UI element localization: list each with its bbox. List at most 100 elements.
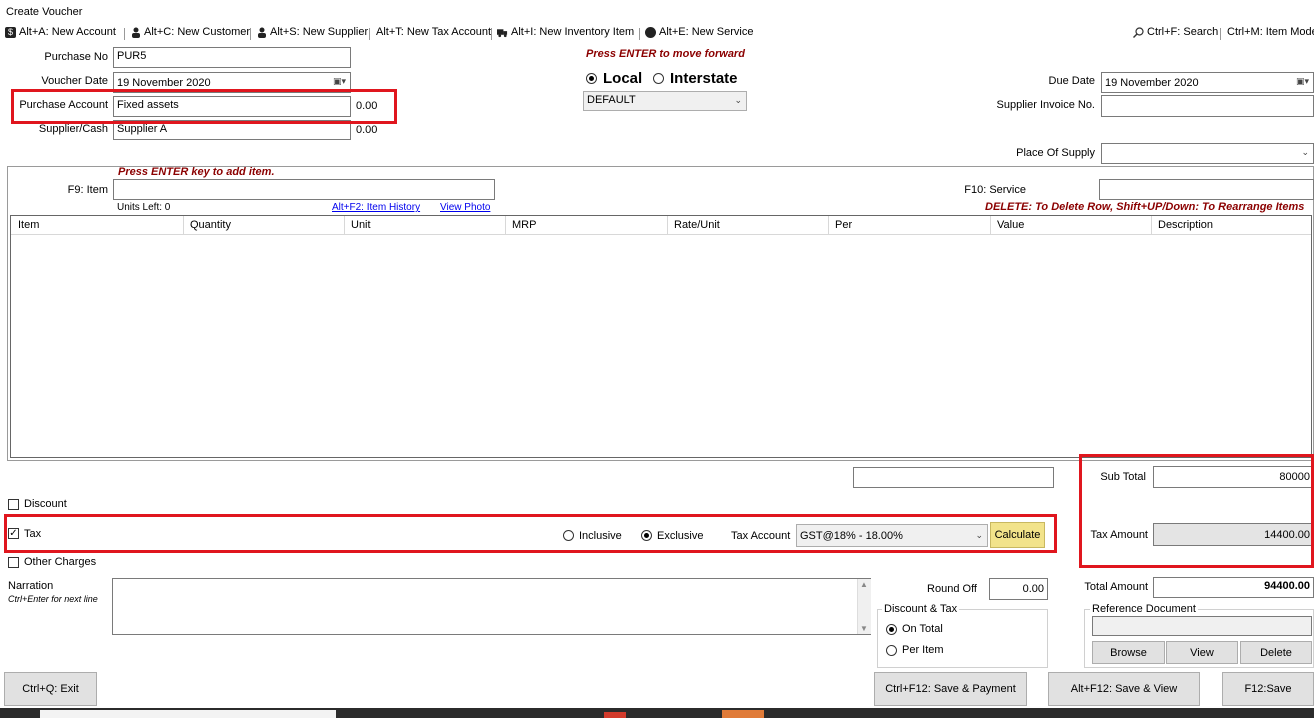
column-header-unit[interactable]: Unit	[351, 219, 371, 231]
supplier-invoice-label: Supplier Invoice No.	[996, 99, 1095, 111]
calendar-dropdown-icon[interactable]: ▣▾	[1296, 76, 1309, 87]
customer-icon	[132, 27, 140, 38]
taskbar-search-box[interactable]	[40, 710, 336, 718]
column-header-item[interactable]: Item	[18, 219, 39, 231]
tax-amount-value: 14400.00	[1153, 523, 1314, 546]
place-of-supply-label: Place Of Supply	[1016, 147, 1095, 159]
new-service-label: Alt+E: New Service	[659, 26, 754, 38]
view-button[interactable]: View	[1166, 641, 1238, 664]
supplier-input[interactable]: Supplier A	[113, 120, 351, 140]
other-charges-checkbox[interactable]	[8, 557, 19, 568]
narration-label: Narration	[8, 580, 54, 592]
new-customer-label: Alt+C: New Customer	[144, 26, 251, 38]
new-inventory-item-label: Alt+I: New Inventory Item	[511, 26, 635, 38]
search-icon	[1133, 26, 1144, 38]
sub-total-value: 80000	[1153, 466, 1314, 488]
new-account-button[interactable]: $ Alt+A: New Account	[5, 26, 116, 38]
discount-label: Discount	[24, 498, 67, 510]
tax-region-select[interactable]: DEFAULT ⌄	[583, 91, 747, 111]
place-of-supply-select[interactable]: ⌄	[1101, 143, 1314, 164]
interstate-label: Interstate	[670, 70, 738, 87]
voucher-date-value: 19 November 2020	[117, 77, 211, 89]
inclusive-label: Inclusive	[579, 530, 622, 542]
due-date-picker[interactable]: 19 November 2020 ▣▾	[1101, 72, 1314, 93]
local-label: Local	[603, 70, 643, 87]
purchase-account-label: Purchase Account	[19, 99, 108, 111]
scroll-down-icon[interactable]: ▼	[860, 624, 868, 633]
discount-checkbox[interactable]	[8, 499, 19, 510]
exclusive-radio[interactable]	[641, 530, 652, 541]
taskbar	[0, 708, 1314, 718]
tax-checkbox[interactable]: ✓	[8, 528, 19, 539]
calendar-dropdown-icon[interactable]: ▣▾	[333, 76, 346, 87]
other-charges-label: Other Charges	[24, 556, 97, 568]
dollar-icon: $	[5, 26, 16, 38]
total-amount-value: 94400.00	[1153, 577, 1314, 598]
tax-region-value: DEFAULT	[587, 94, 636, 106]
exit-button[interactable]: Ctrl+Q: Exit	[4, 672, 97, 706]
save-and-view-button[interactable]: Alt+F12: Save & View	[1048, 672, 1200, 706]
save-and-payment-button[interactable]: Ctrl+F12: Save & Payment	[874, 672, 1027, 706]
supplier-balance: 0.00	[356, 124, 378, 136]
round-off-label: Round Off	[927, 583, 977, 595]
calculate-button[interactable]: Calculate	[990, 522, 1045, 548]
scroll-up-icon[interactable]: ▲	[860, 580, 868, 589]
purchase-no-input[interactable]: PUR5	[113, 47, 351, 68]
delete-button[interactable]: Delete	[1240, 641, 1312, 664]
column-header-per[interactable]: Per	[835, 219, 852, 231]
window-title: Create Voucher	[6, 6, 83, 18]
units-left: Units Left: 0	[117, 202, 171, 213]
new-customer-button[interactable]: Alt+C: New Customer	[130, 26, 250, 38]
add-item-hint: Press ENTER key to add item.	[118, 166, 275, 178]
column-header-value[interactable]: Value	[997, 219, 1024, 231]
supplier-label: Supplier/Cash	[38, 123, 108, 135]
service-input[interactable]	[1099, 179, 1314, 200]
tax-account-select[interactable]: GST@18% - 18.00% ⌄	[796, 524, 988, 547]
voucher-date-picker[interactable]: 19 November 2020 ▣▾	[113, 72, 351, 93]
items-grid[interactable]	[10, 215, 1312, 458]
column-header-mrp[interactable]: MRP	[512, 219, 536, 231]
new-service-button[interactable]: Alt+E: New Service	[645, 26, 753, 38]
taskbar-active-app-icon[interactable]	[722, 710, 764, 718]
exclusive-label: Exclusive	[657, 530, 704, 542]
due-date-label: Due Date	[1048, 75, 1095, 87]
due-date-value: 19 November 2020	[1105, 77, 1199, 89]
purchase-account-input[interactable]: Fixed assets	[113, 96, 351, 117]
item-input[interactable]	[113, 179, 495, 200]
supplier-invoice-input[interactable]	[1101, 95, 1314, 117]
on-total-radio[interactable]	[886, 624, 897, 635]
column-header-description[interactable]: Description	[1158, 219, 1213, 231]
local-radio[interactable]	[586, 73, 597, 84]
new-inventory-item-button[interactable]: Alt+I: New Inventory Item	[497, 26, 634, 38]
purchase-account-balance: 0.00	[356, 100, 378, 112]
delete-hint: DELETE: To Delete Row, Shift+UP/Down: To…	[985, 201, 1305, 213]
inclusive-radio[interactable]	[563, 530, 574, 541]
save-button[interactable]: F12:Save	[1222, 672, 1314, 706]
narration-textarea[interactable]	[112, 578, 871, 635]
new-supplier-label: Alt+S: New Supplier	[270, 26, 369, 38]
total-amount-label: Total Amount	[1084, 581, 1148, 593]
enter-hint: Press ENTER to move forward	[586, 48, 745, 60]
search-button[interactable]: Ctrl+F: Search	[1133, 26, 1218, 38]
narration-scrollbar[interactable]: ▲ ▼	[857, 579, 871, 634]
voucher-date-label: Voucher Date	[41, 75, 108, 87]
column-header-quantity[interactable]: Quantity	[190, 219, 231, 231]
new-tax-account-button[interactable]: Alt+T: New Tax Account	[376, 26, 491, 38]
per-item-radio[interactable]	[886, 645, 897, 656]
on-total-label: On Total	[902, 623, 943, 635]
round-off-input[interactable]: 0.00	[989, 578, 1048, 600]
interstate-radio[interactable]	[653, 73, 664, 84]
purchase-no-label: Purchase No	[44, 51, 108, 63]
item-mode-button[interactable]: Ctrl+M: Item Mode	[1227, 26, 1314, 38]
column-header-rate-unit[interactable]: Rate/Unit	[674, 219, 720, 231]
browse-button[interactable]: Browse	[1092, 641, 1165, 664]
grid-summary-input[interactable]	[853, 467, 1054, 488]
narration-hint: Ctrl+Enter for next line	[8, 594, 98, 604]
item-history-link[interactable]: Alt+F2: Item History	[332, 202, 420, 213]
new-tax-account-label: Alt+T: New Tax Account	[376, 26, 492, 38]
tax-account-label: Tax Account	[731, 530, 791, 542]
new-supplier-button[interactable]: Alt+S: New Supplier	[256, 26, 368, 38]
taskbar-app-icon[interactable]	[604, 712, 626, 718]
view-photo-link[interactable]: View Photo	[440, 202, 490, 213]
chevron-down-icon: ⌄	[975, 530, 983, 540]
